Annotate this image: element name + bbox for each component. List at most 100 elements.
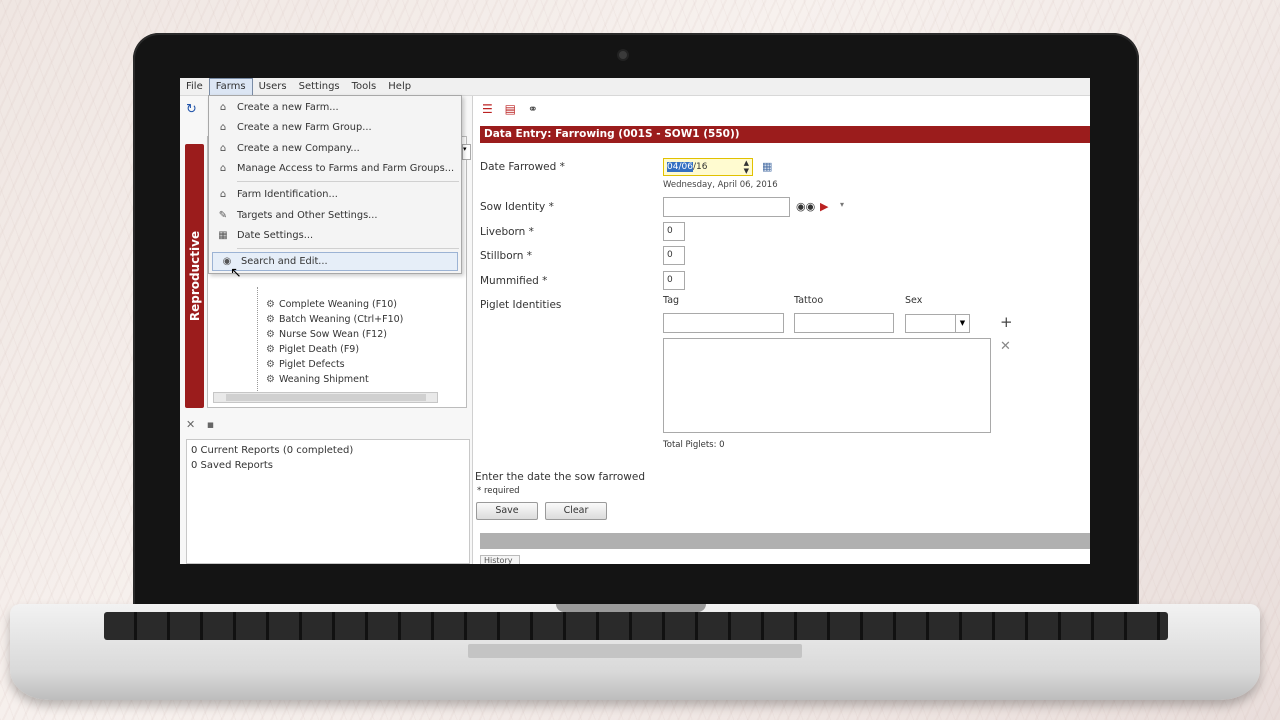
- menu-item-create-farm-group[interactable]: ⌂ Create a new Farm Group...: [209, 118, 461, 137]
- menu-item-create-company[interactable]: ⌂ Create a new Company...: [209, 139, 461, 158]
- menu-tools[interactable]: Tools: [346, 79, 383, 95]
- date-long-text: Wednesday, April 06, 2016: [663, 180, 778, 190]
- date-farrowed-input[interactable]: 04/06/16 ▲ ▼: [663, 158, 753, 176]
- tree-item-nurse-sow-wean[interactable]: ⚙ Nurse Sow Wean (F12): [266, 329, 387, 340]
- reports-toolbar: ✕ ▪: [186, 418, 222, 431]
- mummified-label: Mummified *: [480, 275, 548, 287]
- tree-item-label: Piglet Defects: [278, 359, 345, 370]
- menu-separator: [237, 248, 459, 249]
- tree-item-label: Piglet Death (F9): [278, 344, 360, 355]
- binoculars-icon[interactable]: ◉◉: [796, 200, 815, 213]
- date-farrowed-label: Date Farrowed *: [480, 161, 565, 173]
- access-icon: ⌂: [219, 163, 227, 174]
- menu-item-manage-access[interactable]: ⌂ Manage Access to Farms and Farm Groups.…: [209, 159, 461, 178]
- scrollbar-thumb[interactable]: [226, 394, 426, 401]
- liveborn-input[interactable]: 0: [663, 222, 685, 241]
- history-tab[interactable]: History: [480, 555, 520, 564]
- menu-settings[interactable]: Settings: [293, 79, 346, 95]
- menu-farms[interactable]: Farms: [208, 78, 253, 96]
- menu-help[interactable]: Help: [382, 79, 417, 95]
- sex-select[interactable]: ▼: [905, 314, 970, 333]
- reproductive-tab[interactable]: Reproductive: [185, 144, 204, 408]
- farm-group-icon: ⌂: [219, 122, 227, 133]
- menu-item-create-farm[interactable]: ⌂ Create a new Farm...: [209, 98, 461, 117]
- folder-icon[interactable]: ▪: [207, 418, 214, 431]
- pig-icon: ⚙: [266, 299, 275, 310]
- history-panel-bar: [480, 533, 1090, 549]
- saved-reports[interactable]: 0 Saved Reports: [191, 458, 465, 473]
- tattoo-input[interactable]: [794, 313, 894, 333]
- menu-item-label: Targets and Other Settings...: [237, 210, 378, 221]
- date-rest-text: /16: [692, 162, 708, 172]
- farms-dropdown-menu: ⌂ Create a new Farm... ⌂ Create a new Farm…: [208, 95, 462, 274]
- stillborn-input[interactable]: 0: [663, 246, 685, 265]
- tree-connector: [257, 287, 258, 397]
- menu-item-date-settings[interactable]: ▦ Date Settings...: [209, 226, 461, 245]
- clear-button[interactable]: Clear: [545, 502, 607, 520]
- tree-horizontal-scrollbar[interactable]: [213, 392, 438, 403]
- keyboard: [104, 612, 1168, 640]
- save-button[interactable]: Save: [476, 502, 538, 520]
- piglet-identities-label: Piglet Identities: [480, 299, 562, 311]
- link-icon[interactable]: ⚭: [528, 102, 538, 116]
- laptop-hinge: [556, 604, 706, 612]
- liveborn-label: Liveborn *: [480, 226, 534, 238]
- touchpad: [468, 644, 802, 658]
- piglet-list[interactable]: [663, 338, 991, 433]
- tree-item-complete-weaning[interactable]: ⚙ Complete Weaning (F10): [266, 299, 397, 310]
- menu-item-targets-settings[interactable]: ✎ Targets and Other Settings...: [209, 206, 461, 225]
- tag-input[interactable]: [663, 313, 784, 333]
- hint-text: Enter the date the sow farrowed: [475, 471, 645, 483]
- menu-file[interactable]: File: [180, 79, 209, 95]
- chevron-down-icon: ▼: [955, 315, 969, 332]
- menu-item-label: Farm Identification...: [237, 189, 338, 200]
- menu-item-farm-identification[interactable]: ⌂ Farm Identification...: [209, 185, 461, 204]
- tree-item-piglet-death[interactable]: ⚙ Piglet Death (F9): [266, 344, 359, 355]
- pane-divider[interactable]: [472, 96, 473, 564]
- menu-item-label: Date Settings...: [237, 230, 314, 241]
- pig-icon: ⚙: [266, 374, 275, 385]
- tattoo-label: Tattoo: [794, 295, 824, 306]
- pig-icon: ⚙: [266, 329, 275, 340]
- sex-label: Sex: [905, 295, 923, 306]
- calendar-icon[interactable]: ▦: [762, 160, 772, 173]
- date-selected-text: 04/06: [667, 162, 693, 172]
- form-toolbar: ☰ ▤ ⚭: [482, 102, 546, 116]
- menu-item-search-and-edit[interactable]: ◉ Search and Edit...: [212, 252, 458, 271]
- menu-item-label: Create a new Company...: [237, 143, 360, 154]
- company-icon: ⌂: [219, 143, 227, 154]
- tree-item-label: Weaning Shipment: [278, 374, 369, 385]
- remove-icon[interactable]: ✕: [1000, 339, 1011, 354]
- mummified-input[interactable]: 0: [663, 271, 685, 290]
- sow-identity-label: Sow Identity *: [480, 201, 554, 213]
- pig-search-icon[interactable]: ▶: [820, 200, 828, 213]
- tree-item-piglet-defects[interactable]: ⚙ Piglet Defects: [266, 359, 345, 370]
- required-note: * required: [477, 486, 520, 496]
- refresh-icon[interactable]: ↻: [186, 102, 197, 117]
- total-piglets: Total Piglets: 0: [663, 440, 725, 450]
- close-icon[interactable]: ✕: [186, 418, 195, 431]
- dropdown-arrow-icon[interactable]: ▾: [840, 200, 844, 209]
- date-spinner[interactable]: ▲ ▼: [744, 159, 749, 175]
- reports-panel: 0 Current Reports (0 completed) 0 Saved …: [186, 439, 470, 564]
- current-reports[interactable]: 0 Current Reports (0 completed): [191, 443, 465, 458]
- tree-item-weaning-shipment[interactable]: ⚙ Weaning Shipment: [266, 374, 369, 385]
- farm-icon: ⌂: [219, 102, 227, 113]
- sow-identity-input[interactable]: [663, 197, 790, 217]
- targets-icon: ✎: [218, 210, 228, 221]
- print-icon[interactable]: ▤: [505, 102, 516, 116]
- menu-separator: [237, 181, 459, 182]
- menubar: File Farms Users Settings Tools Help: [180, 78, 1090, 96]
- list-icon[interactable]: ☰: [482, 102, 493, 116]
- tree-item-batch-weaning[interactable]: ⚙ Batch Weaning (Ctrl+F10): [266, 314, 403, 325]
- pig-icon: ⚙: [266, 344, 275, 355]
- pig-icon: ⚙: [266, 359, 275, 370]
- menu-item-label: Create a new Farm Group...: [237, 122, 372, 133]
- menu-users[interactable]: Users: [253, 79, 293, 95]
- stillborn-label: Stillborn *: [480, 250, 532, 262]
- tree-collapse-toggle[interactable]: ▾: [462, 144, 471, 160]
- tree-item-label: Complete Weaning (F10): [278, 299, 397, 310]
- menu-item-label: Create a new Farm...: [237, 102, 339, 113]
- reproductive-tab-label: Reproductive: [187, 230, 202, 322]
- add-icon[interactable]: +: [1000, 313, 1013, 331]
